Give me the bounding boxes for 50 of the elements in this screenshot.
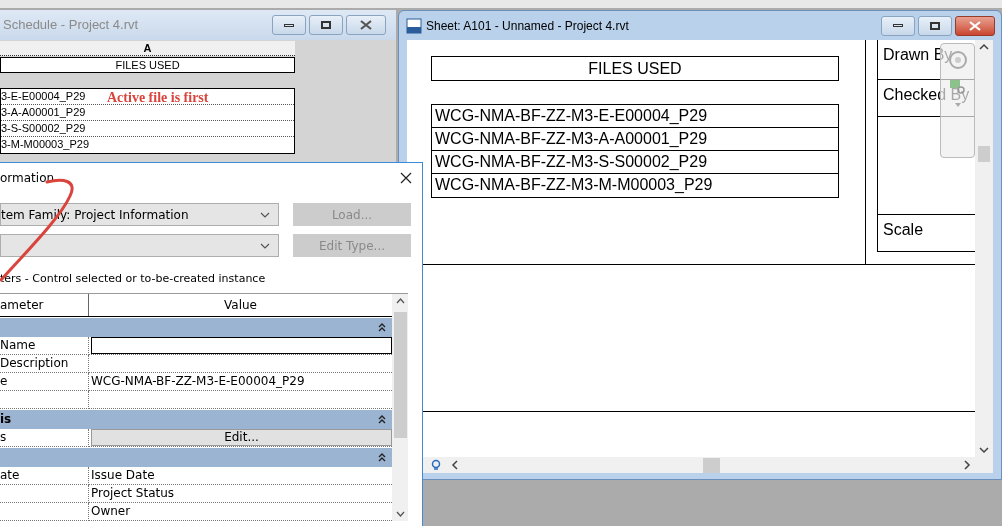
group-header[interactable]: is	[0, 409, 392, 429]
maximize-button[interactable]	[918, 15, 952, 36]
table-cell: Description	[0, 354, 89, 373]
column-header: Value	[223, 296, 258, 314]
column-header: ameter	[0, 293, 89, 316]
close-icon	[969, 20, 981, 31]
table-cell: Name	[0, 336, 89, 355]
scroll-right-icon[interactable]	[963, 460, 971, 470]
value-input[interactable]	[91, 336, 392, 354]
app-icon	[406, 17, 422, 34]
table-cell: e	[0, 372, 89, 391]
collapse-icon[interactable]	[378, 322, 386, 332]
dropdown-caret-icon[interactable]	[260, 242, 270, 249]
annotation-text: Active file is first	[107, 89, 209, 107]
horizontal-scrollbar[interactable]	[451, 457, 971, 473]
close-icon[interactable]	[400, 172, 412, 184]
maximize-button[interactable]	[309, 15, 343, 35]
scroll-thumb[interactable]	[702, 457, 720, 473]
scroll-down-icon[interactable]	[395, 510, 405, 517]
schedule-heading: FILES USED	[431, 56, 839, 81]
schedule-cell: 3-S-S00002_P29	[1, 121, 294, 137]
dropdown-caret-icon[interactable]	[260, 211, 270, 218]
scroll-thumb[interactable]	[978, 145, 990, 162]
collapse-icon[interactable]	[378, 452, 386, 462]
close-button[interactable]	[955, 15, 995, 36]
schedule-cell-text: WCG-NMA-BF-ZZ-M3-M-M00003_P29	[434, 175, 714, 195]
schedule-heading: FILES USED	[0, 57, 295, 73]
dialog-title: ormation	[0, 170, 55, 187]
window-title: Schedule - Project 4.rvt	[3, 16, 139, 35]
schedule-cell: WCG-NMA-BF-ZZ-M3-S-S00002_P29	[432, 151, 838, 174]
scroll-up-icon[interactable]	[979, 43, 989, 51]
minimize-button[interactable]	[272, 15, 306, 35]
vertical-scrollbar[interactable]	[392, 293, 408, 521]
scroll-left-icon[interactable]	[451, 460, 459, 470]
close-icon	[360, 20, 372, 30]
schedule-cell: WCG-NMA-BF-ZZ-M3-A-A00001_P29	[432, 128, 838, 151]
column-header: A	[0, 41, 295, 56]
scroll-up-icon[interactable]	[395, 297, 405, 304]
close-button[interactable]	[346, 15, 386, 35]
collapse-icon[interactable]	[378, 414, 386, 424]
scroll-down-icon[interactable]	[979, 446, 989, 454]
schedule-cell: 3-A-A00001_P29	[1, 105, 294, 121]
window-title: Sheet: A101 - Unnamed - Project 4.rvt	[426, 17, 629, 35]
schedule-cell-text: 3-M-M00003_P29	[1, 137, 91, 152]
table-cell: ate	[0, 466, 89, 485]
scroll-thumb[interactable]	[393, 311, 407, 438]
bulb-icon[interactable]	[429, 458, 443, 472]
table-cell: s	[0, 428, 89, 447]
minimize-button[interactable]	[881, 15, 915, 36]
schedule-cell: WCG-NMA-BF-ZZ-M3-E-E00004_P29	[432, 105, 838, 128]
